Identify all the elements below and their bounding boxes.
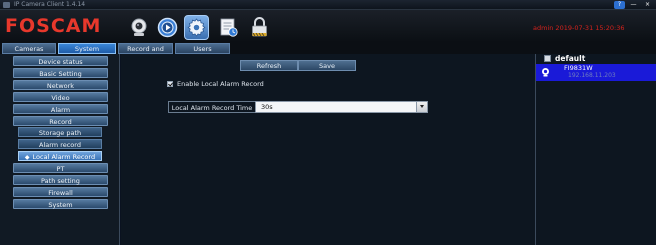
- tab-system[interactable]: System: [58, 43, 116, 54]
- sidebar-subitem-label: Local Alarm Record: [32, 153, 96, 161]
- device-group-label: default: [555, 54, 586, 63]
- sidebar-item-system[interactable]: System: [13, 199, 108, 209]
- sidebar-item-firewall[interactable]: Firewall: [13, 187, 108, 197]
- foscam-logo: FOSCAM: [5, 15, 102, 37]
- camera-item[interactable]: FI9831W 192.168.11.203: [536, 64, 656, 81]
- sidebar-item-network[interactable]: Network: [13, 80, 108, 90]
- arrow-right-icon: ◆: [24, 154, 30, 161]
- camera-ip: 192.168.11.203: [568, 72, 616, 79]
- tab-record-and-alarm[interactable]: Record and Alarm: [118, 43, 173, 64]
- webcam-icon[interactable]: [126, 15, 151, 40]
- camera-name: FI9831W: [564, 64, 593, 72]
- sidebar-subitem-storage-path[interactable]: Storage path: [18, 127, 102, 137]
- close-button[interactable]: ×: [642, 1, 653, 9]
- status-text: admin 2019-07-31 15:20:36: [533, 24, 625, 32]
- settings-panel: Refresh Save Enable Local Alarm Record L…: [121, 54, 535, 245]
- header: FOSCAM admin 2019-07-31 15:20:36: [0, 10, 656, 42]
- playback-icon[interactable]: [155, 15, 180, 40]
- settings-icon[interactable]: [184, 15, 209, 40]
- tab-cameras[interactable]: Cameras: [2, 43, 56, 54]
- tab-users[interactable]: Users: [175, 43, 230, 54]
- sidebar-subitem-local-alarm-record[interactable]: ◆ Local Alarm Record: [18, 151, 102, 161]
- sidebar-item-pt[interactable]: PT: [13, 163, 108, 173]
- help-button[interactable]: ?: [614, 1, 625, 9]
- enable-local-alarm-record-checkbox[interactable]: [167, 81, 173, 87]
- tab-bar: Cameras System Record and Alarm Users: [0, 42, 656, 64]
- app-icon: [3, 2, 10, 8]
- record-time-value: 30s: [261, 103, 273, 111]
- sidebar-item-basic-setting[interactable]: Basic Setting: [13, 68, 108, 78]
- sidebar: Device status Basic Setting Network Vide…: [0, 54, 120, 245]
- sidebar-item-device-status[interactable]: Device status: [13, 56, 108, 66]
- sidebar-item-video[interactable]: Video: [13, 92, 108, 102]
- window-title: IP Camera Client 1.4.14: [14, 1, 86, 8]
- enable-local-alarm-record-label: Enable Local Alarm Record: [177, 80, 264, 88]
- camera-icon: [542, 68, 549, 77]
- sidebar-subitem-alarm-record[interactable]: Alarm record: [18, 139, 102, 149]
- folder-icon: [544, 55, 551, 62]
- refresh-button[interactable]: Refresh: [240, 60, 298, 71]
- minimize-button[interactable]: —: [628, 1, 639, 9]
- record-time-label: Local Alarm Record Time: [168, 101, 256, 113]
- title-bar: IP Camera Client 1.4.14 ? — ×: [0, 0, 656, 10]
- save-button[interactable]: Save: [298, 60, 356, 71]
- sidebar-item-alarm[interactable]: Alarm: [13, 104, 108, 114]
- log-icon[interactable]: [216, 15, 241, 40]
- sidebar-item-path-setting[interactable]: Path setting: [13, 175, 108, 185]
- lock-icon[interactable]: [247, 15, 272, 40]
- chevron-down-icon[interactable]: [416, 102, 427, 112]
- sidebar-item-record[interactable]: Record: [13, 116, 108, 126]
- device-tree: default FI9831W 192.168.11.203: [535, 54, 656, 245]
- record-time-select[interactable]: 30s: [255, 101, 428, 113]
